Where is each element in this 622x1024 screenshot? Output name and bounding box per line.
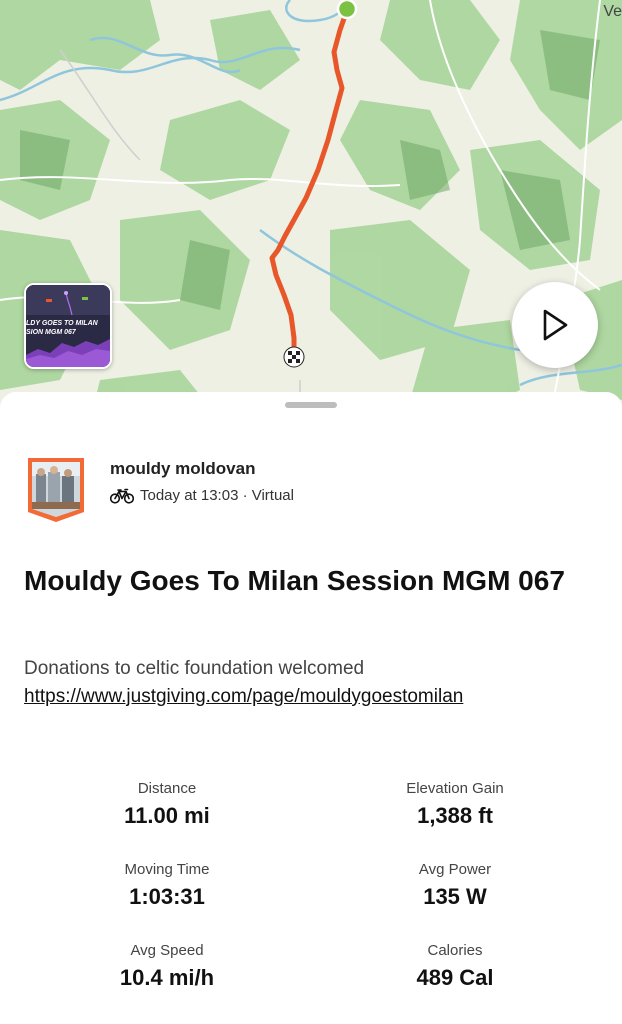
map-place-label: Ve — [603, 3, 622, 20]
start-marker — [336, 0, 358, 20]
stat-label: Elevation Gain — [406, 780, 504, 797]
stat-value: 11.00 mi — [124, 803, 210, 828]
stat-value: 135 W — [423, 884, 487, 909]
thumbnail-caption: LDY GOES TO MILAN SION MGM 067 — [26, 319, 98, 337]
stat-value: 1,388 ft — [417, 803, 493, 828]
stat-label: Moving Time — [124, 861, 210, 878]
stat-avg-power: Avg Power 135 W — [335, 861, 575, 910]
stat-moving-time: Moving Time 1:03:31 — [47, 861, 287, 910]
stat-value: 10.4 mi/h — [119, 965, 215, 990]
stat-calories: Calories 489 Cal — [335, 942, 575, 991]
athlete-avatar-badge — [28, 458, 84, 522]
stat-label: Calories — [427, 942, 483, 959]
activity-title: Mouldy Goes To Milan Session MGM 067 — [24, 565, 565, 596]
bicycle-icon — [110, 488, 134, 504]
stat-avg-speed: Avg Speed 10.4 mi/h — [47, 942, 287, 991]
stat-label: Avg Power — [418, 861, 492, 878]
athlete-name[interactable]: mouldy moldovan — [110, 459, 255, 479]
stat-elevation-gain: Elevation Gain 1,388 ft — [335, 780, 575, 829]
activity-meta: Today at 13:03 · Virtual — [110, 487, 294, 504]
stat-label: Distance — [137, 780, 197, 797]
stat-value: 489 Cal — [416, 965, 494, 990]
activity-timestamp: Today at 13:03 · Virtual — [140, 487, 294, 504]
avatar[interactable] — [28, 458, 84, 522]
media-thumbnail[interactable]: LDY GOES TO MILAN SION MGM 067 — [24, 283, 112, 369]
finish-flag-icon — [283, 346, 305, 368]
stat-label: Avg Speed — [130, 942, 204, 959]
sheet-drag-handle[interactable] — [285, 402, 337, 408]
play-icon — [543, 309, 568, 341]
stat-value: 1:03:31 — [129, 884, 205, 909]
thumbnail-caption-line2: SION MGM 067 — [26, 329, 76, 336]
stat-distance: Distance 11.00 mi — [47, 780, 287, 829]
play-flyover-button[interactable] — [512, 282, 598, 368]
activity-sheet: mouldy moldovan Today at 13:03 · Virtual… — [0, 392, 622, 1024]
thumbnail-caption-line1: LDY GOES TO MILAN — [26, 320, 98, 327]
activity-description: Donations to celtic foundation welcomed — [24, 658, 365, 679]
donation-link[interactable]: https://www.justgiving.com/page/mouldygo… — [24, 686, 463, 708]
